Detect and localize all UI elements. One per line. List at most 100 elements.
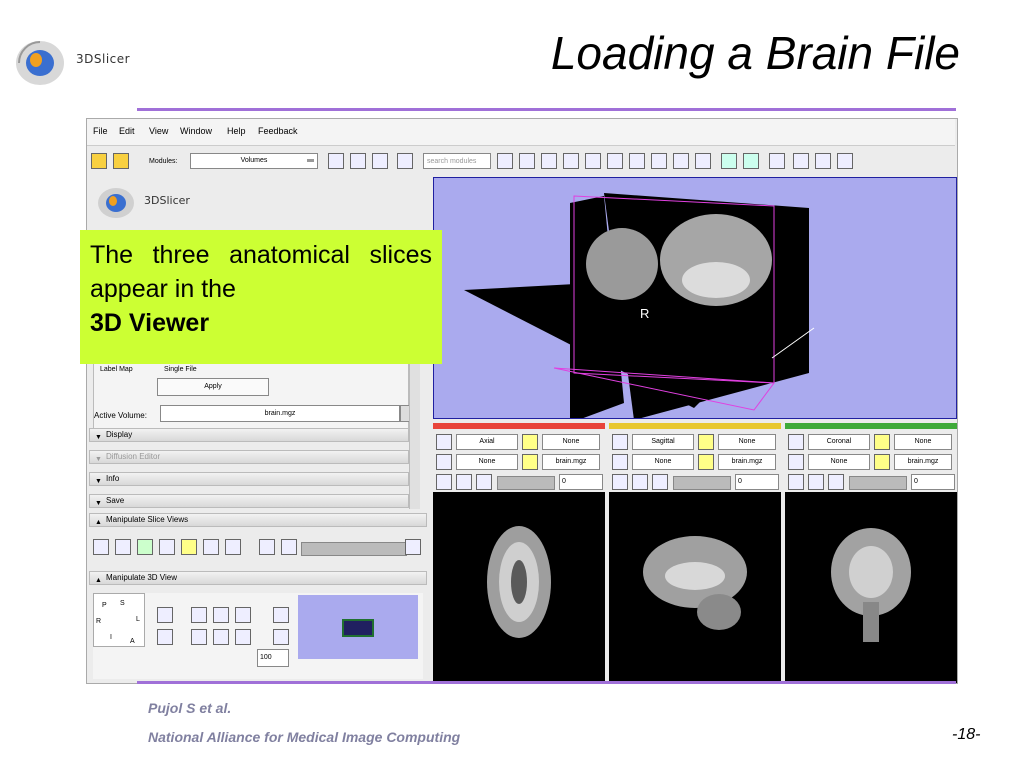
color-table-icon[interactable]	[695, 153, 711, 169]
section-info[interactable]: ▼ Info	[89, 472, 409, 486]
measurements-icon[interactable]	[673, 153, 689, 169]
3d-thumbnail[interactable]	[298, 595, 418, 659]
orientation-widget[interactable]: P S R L I A	[93, 593, 145, 647]
zoom-icon[interactable]	[235, 629, 251, 645]
transform-mode-icon[interactable]	[837, 153, 853, 169]
sagittal-offset-slider[interactable]	[673, 476, 731, 490]
crosshair-icon[interactable]	[181, 539, 197, 555]
annotation-icon[interactable]	[159, 539, 175, 555]
next-module-icon[interactable]	[350, 153, 366, 169]
home-icon[interactable]	[519, 153, 535, 169]
slice-compare-icon[interactable]	[281, 539, 297, 555]
active-volume-select[interactable]: brain.mgz	[160, 405, 400, 422]
sagittal-options-icon[interactable]	[652, 474, 668, 490]
slice-fov-icon[interactable]	[115, 539, 131, 555]
menu-edit[interactable]: Edit	[119, 126, 135, 136]
single-file-checkbox[interactable]: Single File	[164, 366, 197, 373]
menu-feedback[interactable]: Feedback	[258, 126, 298, 136]
section-manipulate-slice-views[interactable]: ▲ Manipulate Slice Views	[89, 513, 427, 527]
editor-icon[interactable]	[651, 153, 667, 169]
coronal-orientation-select[interactable]: Coronal	[808, 434, 870, 450]
sagittal-eye-icon[interactable]	[632, 474, 648, 490]
rotate-around-icon[interactable]	[235, 607, 251, 623]
fit-3d-icon[interactable]	[191, 607, 207, 623]
sagittal-pin-icon[interactable]	[612, 434, 628, 450]
load-scene-icon[interactable]	[91, 153, 107, 169]
coronal-fg-icon[interactable]	[874, 434, 890, 450]
coronal-fg-select[interactable]: None	[894, 434, 952, 450]
visibility-icon[interactable]	[273, 629, 289, 645]
mouse-mode-icon[interactable]	[793, 153, 809, 169]
sagittal-link-icon[interactable]	[612, 474, 628, 490]
sagittal-bg-icon[interactable]	[698, 454, 714, 470]
coronal-options-icon[interactable]	[828, 474, 844, 490]
look-from-icon[interactable]	[213, 607, 229, 623]
coronal-slice-image[interactable]	[785, 492, 957, 683]
coronal-pin-icon[interactable]	[788, 434, 804, 450]
place-mode-icon[interactable]	[815, 153, 831, 169]
coronal-offset-slider[interactable]	[849, 476, 907, 490]
axial-label-icon[interactable]	[436, 454, 452, 470]
lightbox-icon[interactable]	[259, 539, 275, 555]
panel-scrollbar[interactable]	[409, 362, 420, 509]
slice-options-icon[interactable]	[405, 539, 421, 555]
axial-pin-icon[interactable]	[436, 434, 452, 450]
axial-volume-select[interactable]: brain.mgz	[542, 454, 600, 470]
spin-icon[interactable]	[157, 607, 173, 623]
coronal-link-icon[interactable]	[788, 474, 804, 490]
search-modules-input[interactable]: search modules	[423, 153, 491, 169]
sagittal-bg-select[interactable]: None	[632, 454, 694, 470]
sagittal-offset-field[interactable]: 0	[735, 474, 779, 490]
apply-button[interactable]: Apply	[157, 378, 269, 396]
search-icon[interactable]	[497, 153, 513, 169]
screenshot-icon[interactable]	[213, 629, 229, 645]
axial-fg-icon[interactable]	[522, 434, 538, 450]
coronal-label-icon[interactable]	[788, 454, 804, 470]
menu-window[interactable]: Window	[180, 126, 212, 136]
section-display[interactable]: ▼ Display	[89, 428, 409, 442]
link-slices-icon[interactable]	[137, 539, 153, 555]
axial-fg-select[interactable]: None	[542, 434, 600, 450]
coronal-bg-icon[interactable]	[874, 454, 890, 470]
label-map-checkbox[interactable]: Label Map	[100, 366, 133, 373]
prev-module-icon[interactable]	[328, 153, 344, 169]
coronal-volume-select[interactable]: brain.mgz	[894, 454, 952, 470]
sagittal-slice-image[interactable]	[609, 492, 781, 683]
axial-options-icon[interactable]	[476, 474, 492, 490]
grid-icon[interactable]	[203, 539, 219, 555]
spatial-unit-icon[interactable]	[225, 539, 241, 555]
zoom-field[interactable]: 100	[257, 649, 289, 667]
camera-icon[interactable]	[191, 629, 207, 645]
coronal-offset-field[interactable]: 0	[911, 474, 955, 490]
3d-viewer[interactable]: R	[433, 177, 957, 419]
module-history-icon[interactable]	[372, 153, 388, 169]
axial-slice-image[interactable]	[433, 492, 605, 683]
section-diffusion-editor[interactable]: ▼ Diffusion Editor	[89, 450, 409, 464]
module-select[interactable]: Volumes	[190, 153, 318, 169]
volumes-icon[interactable]	[563, 153, 579, 169]
section-manipulate-3d-view[interactable]: ▲ Manipulate 3D View	[89, 571, 427, 585]
sagittal-fg-select[interactable]: None	[718, 434, 776, 450]
transforms-icon[interactable]	[607, 153, 623, 169]
sagittal-fg-icon[interactable]	[698, 434, 714, 450]
section-save[interactable]: ▼ Save	[89, 494, 409, 508]
menu-view[interactable]: View	[149, 126, 168, 136]
axial-link-icon[interactable]	[436, 474, 452, 490]
opacity-slider[interactable]	[301, 542, 407, 556]
fit-to-window-icon[interactable]	[93, 539, 109, 555]
axial-bg-select[interactable]: None	[456, 454, 518, 470]
axial-offset-field[interactable]: 0	[559, 474, 603, 490]
rock-icon[interactable]	[157, 629, 173, 645]
coronal-bg-select[interactable]: None	[808, 454, 870, 470]
undo-icon[interactable]	[721, 153, 737, 169]
coronal-eye-icon[interactable]	[808, 474, 824, 490]
axial-orientation-select[interactable]: Axial	[456, 434, 518, 450]
menu-file[interactable]: File	[93, 126, 108, 136]
axial-offset-slider[interactable]	[497, 476, 555, 490]
stereo-icon[interactable]	[273, 607, 289, 623]
models-icon[interactable]	[585, 153, 601, 169]
axial-bg-icon[interactable]	[522, 454, 538, 470]
fiducials-icon[interactable]	[629, 153, 645, 169]
sagittal-label-icon[interactable]	[612, 454, 628, 470]
redo-icon[interactable]	[743, 153, 759, 169]
